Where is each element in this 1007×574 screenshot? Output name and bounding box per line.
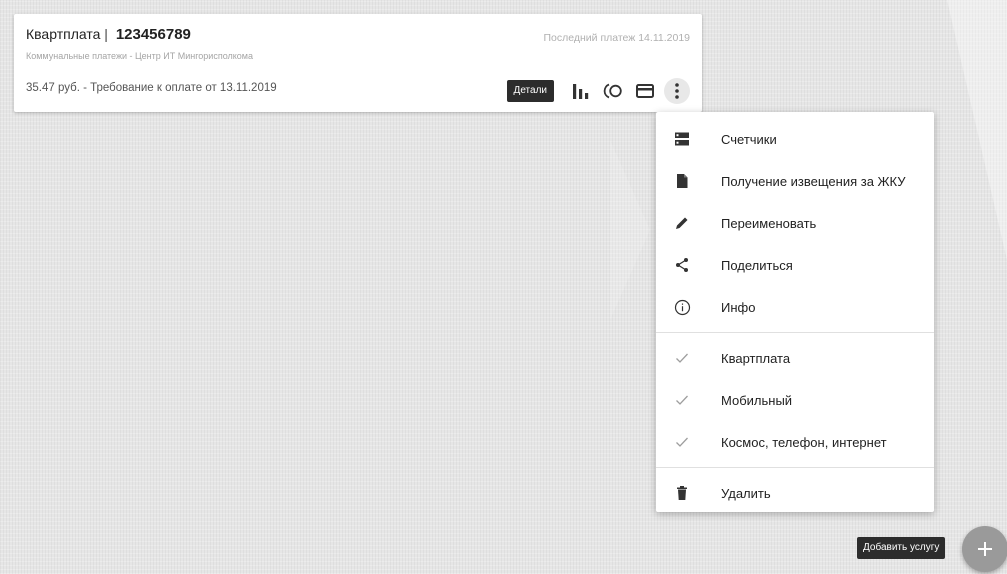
requirement-text: - Требование к оплате от 13.11.2019 xyxy=(79,82,277,94)
details-button[interactable]: Детали xyxy=(506,80,554,102)
add-service-button[interactable] xyxy=(962,526,1007,572)
card-options-menu: Счетчики Получение извещения за ЖКУ Пере… xyxy=(656,112,934,512)
menu-item-meters[interactable]: Счетчики xyxy=(656,118,934,160)
autopay-icon xyxy=(603,83,622,99)
more-vert-icon xyxy=(675,83,679,99)
account-number: 123456789 xyxy=(115,26,191,43)
service-name: Квартплата xyxy=(26,26,101,42)
document-icon xyxy=(673,172,691,190)
menu-item-label: Удалить xyxy=(721,485,771,501)
menu-groups: Квартплата Мобильный Космос, телефон, ин… xyxy=(656,337,934,463)
last-payment: Последний платеж 14.11.2019 xyxy=(543,32,691,44)
menu-actions: Счетчики Получение извещения за ЖКУ Пере… xyxy=(656,112,934,328)
more-button[interactable] xyxy=(664,78,690,104)
statistics-button[interactable] xyxy=(568,78,594,104)
menu-item-label: Поделиться xyxy=(721,257,793,273)
card-title: Квартплата | 123456789 xyxy=(26,26,191,43)
card-icon xyxy=(636,84,654,98)
background-shape xyxy=(947,0,1007,260)
trash-icon xyxy=(673,484,691,502)
card-actions: Детали xyxy=(506,78,690,104)
menu-item-label: Квартплата xyxy=(721,350,791,366)
share-icon xyxy=(673,256,691,274)
menu-item-label: Счетчики xyxy=(721,131,777,147)
add-service-tooltip: Добавить услугу xyxy=(857,537,946,559)
menu-item-label: Мобильный xyxy=(721,392,793,408)
menu-item-label: Получение извещения за ЖКУ xyxy=(721,173,906,189)
menu-group-mobile[interactable]: Мобильный xyxy=(656,379,934,421)
menu-item-label: Инфо xyxy=(721,299,756,315)
bar-chart-icon xyxy=(573,84,589,99)
pay-card-button[interactable] xyxy=(632,78,658,104)
menu-group-kosmos[interactable]: Космос, телефон, интернет xyxy=(656,421,934,463)
provider-name: Коммунальные платежи - Центр ИТ Мингорис… xyxy=(26,51,254,61)
menu-item-rename[interactable]: Переименовать xyxy=(656,202,934,244)
meters-icon xyxy=(673,130,691,148)
menu-group-kvartplata[interactable]: Квартплата xyxy=(656,337,934,379)
amount-due: 35.47 руб. xyxy=(26,82,80,94)
menu-danger: Удалить xyxy=(656,472,934,514)
menu-item-info[interactable]: Инфо xyxy=(656,286,934,328)
menu-divider xyxy=(656,467,934,468)
pencil-icon xyxy=(673,214,691,232)
menu-divider xyxy=(656,332,934,333)
menu-item-label: Переименовать xyxy=(721,215,817,231)
menu-item-delete[interactable]: Удалить xyxy=(656,472,934,514)
plus-icon xyxy=(978,542,992,556)
background-shape xyxy=(610,140,650,320)
check-icon xyxy=(673,433,691,451)
menu-item-notification[interactable]: Получение извещения за ЖКУ xyxy=(656,160,934,202)
menu-item-label: Космос, телефон, интернет xyxy=(721,434,887,450)
payment-requirement: 35.47 руб. - Требование к оплате от 13.1… xyxy=(26,82,277,94)
info-icon xyxy=(673,298,691,316)
title-separator: | xyxy=(104,26,108,42)
menu-item-share[interactable]: Поделиться xyxy=(656,244,934,286)
check-icon xyxy=(673,349,691,367)
check-icon xyxy=(673,391,691,409)
service-card[interactable]: Квартплата | 123456789 Коммунальные плат… xyxy=(14,14,702,112)
autopay-button[interactable] xyxy=(600,78,626,104)
